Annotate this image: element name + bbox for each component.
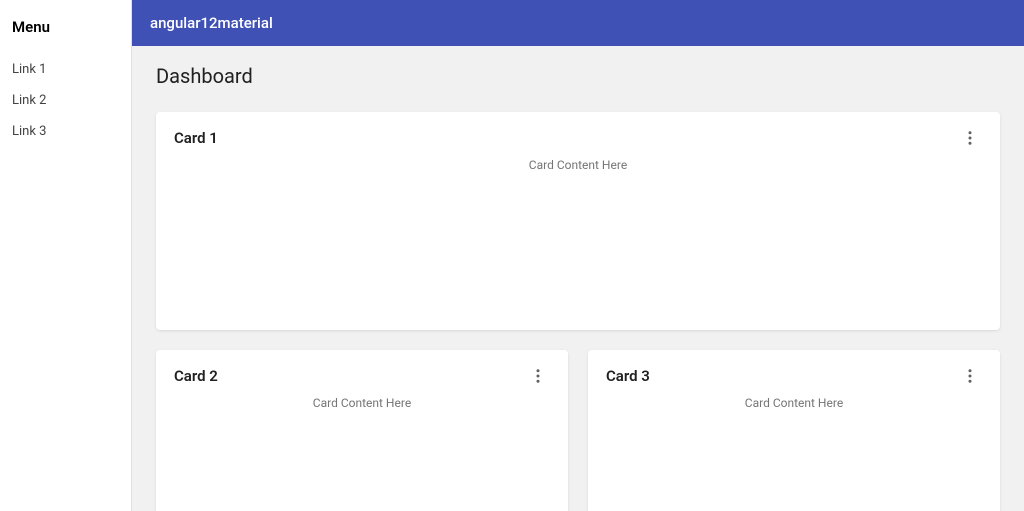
card-2-content: Card Content Here [174, 396, 550, 410]
app-name: angular12material [150, 14, 273, 32]
sidebar-link-3[interactable]: Link 3 [0, 116, 131, 147]
sidebar-title: Menu [0, 12, 131, 54]
card-3-content: Card Content Here [606, 396, 982, 410]
card-2-more-button[interactable] [526, 364, 550, 388]
page-title: Dashboard [156, 64, 1000, 88]
more-vert-icon [961, 129, 979, 147]
content: Dashboard Card 1 Card Content Here Card … [132, 46, 1024, 511]
sidebar: Menu Link 1 Link 2 Link 3 [0, 0, 132, 511]
main-area: angular12material Dashboard Card 1 Card … [132, 0, 1024, 511]
toolbar: angular12material [132, 0, 1024, 46]
sidebar-link-2[interactable]: Link 2 [0, 85, 131, 116]
card-1-content: Card Content Here [174, 158, 982, 172]
card-3-more-button[interactable] [958, 364, 982, 388]
card-3-title: Card 3 [606, 367, 650, 385]
card-grid: Card 1 Card Content Here Card 2 Ca [156, 112, 1000, 511]
card-1-title: Card 1 [174, 129, 218, 147]
sidebar-link-1[interactable]: Link 1 [0, 54, 131, 85]
card-1-more-button[interactable] [958, 126, 982, 150]
more-vert-icon [529, 367, 547, 385]
card-1: Card 1 Card Content Here [156, 112, 1000, 330]
card-2: Card 2 Card Content Here [156, 350, 568, 511]
more-vert-icon [961, 367, 979, 385]
card-2-title: Card 2 [174, 367, 218, 385]
card-3: Card 3 Card Content Here [588, 350, 1000, 511]
